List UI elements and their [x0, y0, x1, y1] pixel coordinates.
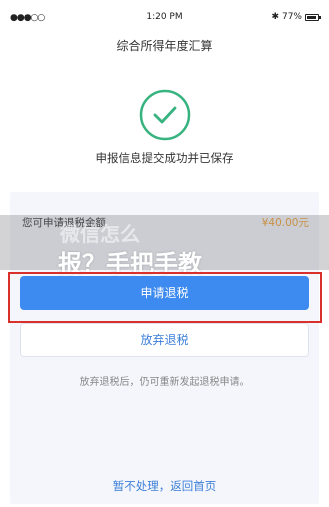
battery-icon — [305, 13, 321, 21]
giveup-note: 放弃退税后，仍可重新发起退税申请。 — [79, 377, 250, 388]
battery-percent: 77% — [281, 12, 302, 22]
page-title: 综合所得年度汇算 — [116, 39, 213, 53]
check-circle-icon — [139, 89, 191, 141]
overlay-caption-line1: 微信怎么 — [60, 222, 140, 246]
giveup-refund-button[interactable]: 放弃退税 — [20, 323, 309, 357]
back-home-link[interactable]: 暂不处理，返回首页 — [10, 478, 319, 494]
success-message: 申报信息提交成功并已保存 — [95, 151, 234, 165]
highlight-box — [8, 272, 322, 323]
status-right: ✱ 77% — [271, 12, 321, 22]
bluetooth-icon: ✱ — [271, 12, 279, 22]
status-bar: ●●●○○ 1:20 PM ✱ 77% — [0, 0, 329, 30]
